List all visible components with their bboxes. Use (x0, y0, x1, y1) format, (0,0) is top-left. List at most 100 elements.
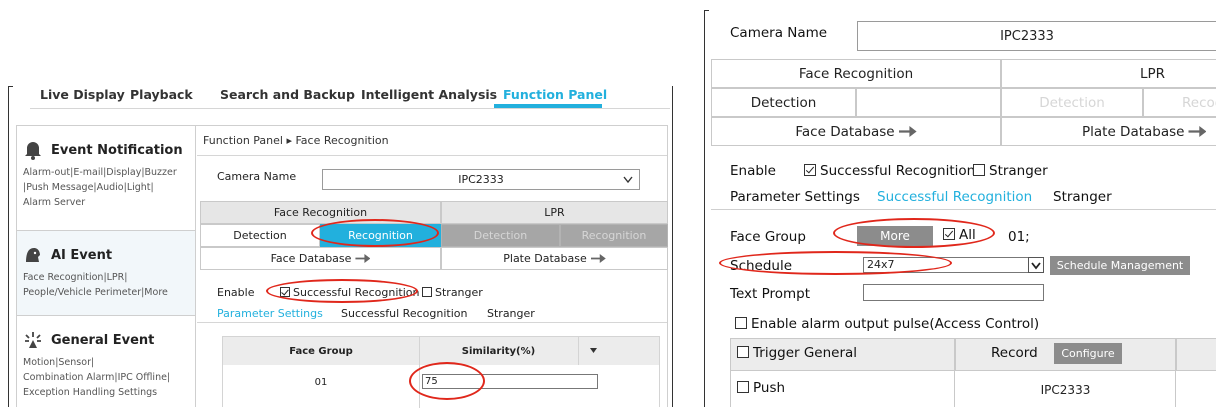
tab-detection[interactable]: Detection (711, 88, 856, 117)
breadcrumb: Function Panel ▸ Face Recognition (203, 134, 389, 147)
face-group-label: Face Group (730, 229, 806, 245)
column-header-similarity: Similarity(%) (461, 346, 536, 357)
arrow-right-icon (590, 254, 606, 263)
sidebar-sub: Motion|Sensor| (23, 357, 95, 368)
push-checkbox[interactable]: Push (737, 380, 785, 396)
subtab-stranger[interactable]: Stranger (487, 307, 535, 320)
tab-lpr-detection[interactable]: Detection (1001, 88, 1143, 117)
plate-database-label: Plate Database (1082, 123, 1185, 140)
camera-select[interactable]: IPC2333 (857, 21, 1216, 51)
text-prompt-label: Text Prompt (730, 286, 811, 302)
bell-icon (25, 142, 41, 160)
sidebar-sub: Face Recognition|LPR| (23, 272, 128, 283)
chevron-down-icon (1031, 262, 1041, 270)
alarm-icon (25, 332, 41, 348)
face-icon (26, 248, 40, 262)
sidebar-sub: Alarm-out|E-mail|Display|Buzzer (23, 167, 177, 178)
trigger-general-checkbox[interactable]: Trigger General (737, 345, 857, 361)
sidebar-sub: Combination Alarm|IPC Offline| (23, 372, 171, 383)
active-tab-indicator (494, 104, 602, 108)
checkbox-unchecked-icon (422, 287, 432, 297)
nav-playback[interactable]: Playback (130, 87, 193, 102)
sidebar-title: AI Event (51, 247, 113, 263)
schedule-label: Schedule (730, 258, 793, 274)
chevron-down-icon (623, 176, 633, 184)
face-group-table: Face Group Similarity(%) 01 75 (222, 336, 660, 408)
tab-lpr-recognition[interactable]: Recognition (560, 224, 668, 247)
sidebar-sub: People/Vehicle Perimeter|More (23, 287, 168, 298)
record-label: Record (991, 345, 1038, 361)
left-screenshot: Live Display Playback Search and Backup … (0, 0, 680, 408)
push-label: Push (753, 380, 786, 396)
sidebar-title: Event Notification (51, 142, 183, 158)
dropdown-triangle-icon[interactable] (590, 348, 597, 353)
subtab-successful-recognition[interactable]: Successful Recognition (877, 189, 1032, 205)
subtab-stranger[interactable]: Stranger (1053, 189, 1112, 205)
enable-label: Enable (217, 286, 255, 299)
subtab-successful-recognition[interactable]: Successful Recognition (341, 307, 467, 320)
arrow-right-icon (355, 254, 371, 263)
successful-recognition-label: Successful Recognition (293, 286, 420, 299)
checkbox-checked-icon (943, 228, 955, 240)
tab-lpr[interactable]: LPR (441, 201, 668, 224)
successful-recognition-checkbox[interactable]: Successful Recognition (804, 163, 975, 179)
sidebar-item-general-event[interactable]: General Event Motion|Sensor| Combination… (17, 318, 195, 408)
subtab-parameter-settings[interactable]: Parameter Settings (217, 307, 323, 320)
plate-database-link[interactable]: Plate Database (441, 247, 668, 270)
face-database-label: Face Database (270, 252, 352, 265)
more-button[interactable]: More (857, 226, 933, 246)
all-label: All (959, 227, 976, 243)
column-header-face-group: Face Group (289, 346, 353, 357)
sidebar-title: General Event (51, 332, 155, 348)
configure-button[interactable]: Configure (1054, 343, 1122, 364)
tab-detection[interactable]: Detection (200, 224, 320, 247)
face-database-link[interactable]: Face Database (711, 117, 1001, 146)
alarm-pulse-checkbox[interactable]: Enable alarm output pulse(Access Control… (735, 316, 1039, 332)
tab-recognition[interactable]: Recognition (320, 224, 441, 247)
schedule-management-button[interactable]: Schedule Management (1050, 256, 1190, 275)
tab-face-recognition[interactable]: Face Recognition (711, 59, 1001, 88)
sidebar: Event Notification Alarm-out|E-mail|Disp… (16, 125, 196, 407)
camera-select-value: IPC2333 (458, 173, 504, 186)
successful-recognition-label: Successful Recognition (820, 163, 976, 179)
stranger-checkbox[interactable]: Stranger (422, 286, 483, 299)
tab-lpr-recognition[interactable]: Recog (1143, 88, 1216, 117)
stranger-label: Stranger (989, 163, 1048, 179)
plate-database-label: Plate Database (503, 252, 587, 265)
tab-lpr[interactable]: LPR (1001, 59, 1216, 88)
successful-recognition-checkbox[interactable]: Successful Recognition (280, 286, 419, 299)
schedule-dropdown-button[interactable] (1028, 257, 1044, 273)
tab-lpr-detection[interactable]: Detection (441, 224, 560, 247)
nav-function-panel[interactable]: Function Panel (503, 87, 607, 102)
nav-intelligent-analysis[interactable]: Intelligent Analysis (361, 87, 497, 102)
checkbox-checked-icon (280, 287, 290, 297)
enable-label: Enable (730, 163, 776, 179)
arrow-right-icon (1188, 126, 1207, 137)
tab-face-recognition[interactable]: Face Recognition (200, 201, 441, 224)
nav-search-backup[interactable]: Search and Backup (220, 87, 355, 102)
plate-database-link[interactable]: Plate Database (1001, 117, 1216, 146)
sidebar-item-ai-event[interactable]: AI Event Face Recognition|LPR| People/Ve… (17, 230, 195, 316)
table-cell-face-group: 01 (314, 377, 328, 388)
stranger-label: Stranger (435, 286, 483, 299)
sidebar-sub: Exception Handling Settings (23, 387, 158, 398)
trigger-general-label: Trigger General (753, 345, 858, 361)
nav-live-display[interactable]: Live Display (40, 87, 125, 102)
stranger-checkbox[interactable]: Stranger (973, 163, 1048, 179)
sidebar-item-event-notification[interactable]: Event Notification Alarm-out|E-mail|Disp… (17, 126, 195, 229)
text-prompt-input[interactable] (863, 284, 1044, 301)
subtab-parameter-settings[interactable]: Parameter Settings (730, 189, 860, 205)
similarity-input[interactable]: 75 (422, 374, 598, 389)
camera-select[interactable]: IPC2333 (322, 169, 640, 190)
checkbox-unchecked-icon (737, 346, 749, 358)
all-checkbox[interactable]: All (943, 227, 976, 243)
table-header-cell (1176, 338, 1216, 371)
checkbox-checked-icon (804, 164, 816, 176)
camera-name-label: Camera Name (730, 25, 828, 41)
push-camera-cell: IPC2333 (1040, 383, 1091, 397)
face-database-link[interactable]: Face Database (200, 247, 441, 270)
tab-recognition[interactable]: Recognition (856, 88, 1001, 117)
schedule-select-value: 24x7 (867, 258, 895, 271)
face-group-value: 01; (1008, 229, 1030, 245)
schedule-select[interactable]: 24x7 (863, 257, 1044, 273)
